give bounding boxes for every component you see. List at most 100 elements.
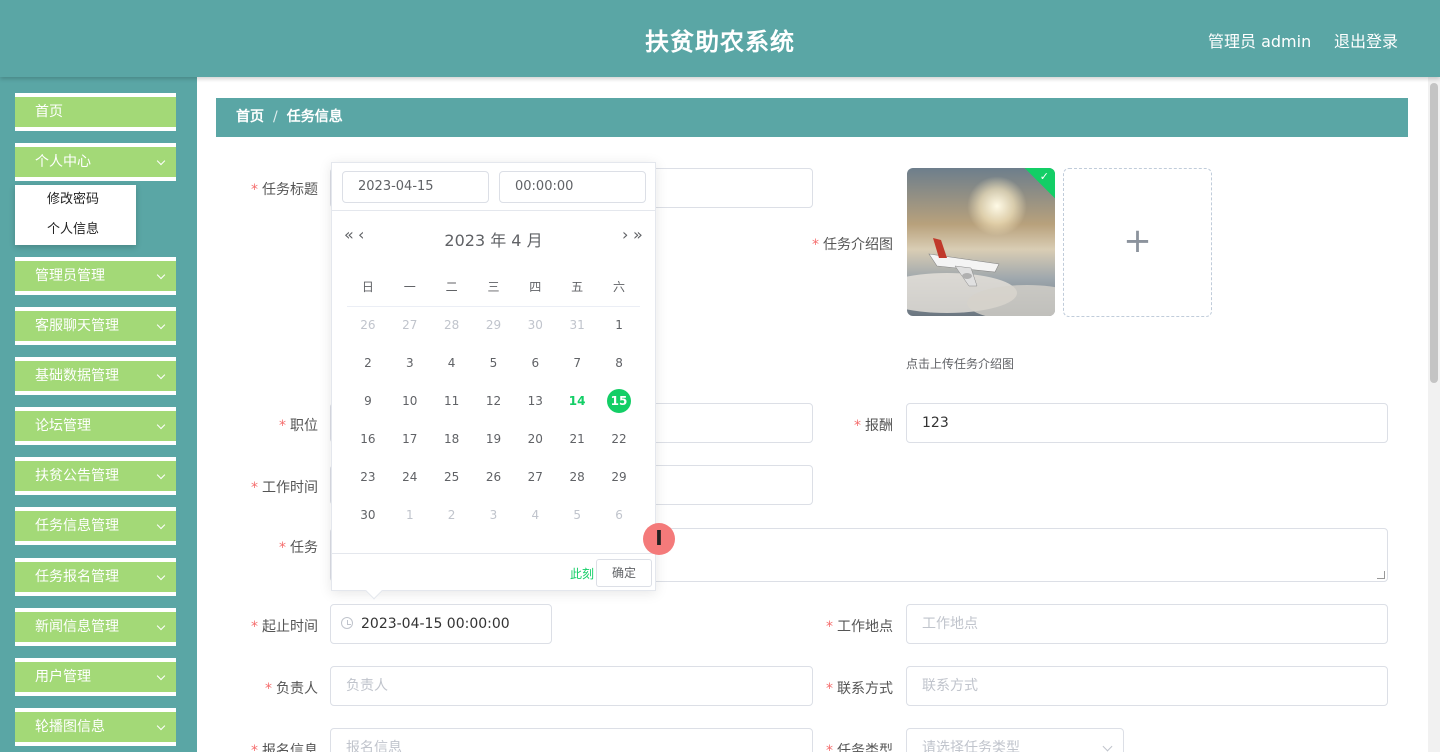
breadcrumb: 首页 / 任务信息 [216,98,1408,137]
chevron-down-icon [156,671,166,681]
calendar-day[interactable]: 3 [473,496,515,534]
calendar-day[interactable]: 30 [347,496,389,534]
calendar-day[interactable]: 24 [389,458,431,496]
calendar-day[interactable]: 29 [598,458,640,496]
calendar-day[interactable]: 8 [598,344,640,382]
calendar-day[interactable]: 11 [431,382,473,420]
calendar-day[interactable]: 6 [514,344,556,382]
calendar-day[interactable]: 27 [514,458,556,496]
now-button[interactable]: 此刻 [570,565,594,582]
calendar-day[interactable]: 5 [556,496,598,534]
calendar-day-number: 5 [489,356,498,370]
sidebar-item-8[interactable]: 任务报名管理 [15,558,176,596]
signup-input[interactable]: 报名信息 [330,728,813,752]
calendar-day[interactable]: 22 [598,420,640,458]
calendar-day[interactable]: 16 [347,420,389,458]
calendar-day[interactable]: 4 [514,496,556,534]
calendar-day[interactable]: 27 [389,306,431,344]
calendar-day[interactable]: 28 [431,306,473,344]
calendar-day[interactable]: 12 [473,382,515,420]
sidebar-item-6[interactable]: 扶贫公告管理 [15,457,176,495]
picker-time-input[interactable]: 00:00:00 [499,171,646,203]
page-scrollbar[interactable] [1428,77,1440,752]
sidebar-item-label: 新闻信息管理 [35,619,119,635]
sidebar-item-4[interactable]: 基础数据管理 [15,357,176,395]
breadcrumb-home[interactable]: 首页 [236,109,264,125]
sidebar-item-3[interactable]: 客服聊天管理 [15,307,176,345]
resize-handle[interactable] [1377,571,1385,579]
calendar-day[interactable]: 26 [347,306,389,344]
contact-input[interactable]: 联系方式 [906,666,1388,706]
calendar-day-today[interactable]: 14 [556,382,598,420]
calendar-day[interactable]: 5 [473,344,515,382]
clock-icon [341,617,353,629]
datetime-picker-popup: 2023-04-15 00:00:00 « ‹ 2023 年 4 月 › » 日… [331,162,656,600]
calendar-day-number: 1 [615,318,623,333]
scrollbar-thumb[interactable] [1430,83,1438,383]
calendar-day[interactable]: 2 [347,344,389,382]
sidebar-item-2[interactable]: 管理员管理 [15,257,176,295]
calendar-day-number: 8 [615,356,623,370]
calendar-day[interactable]: 23 [347,458,389,496]
calendar-day[interactable]: 1 [598,306,640,344]
calendar-day[interactable]: 2 [431,496,473,534]
sidebar-item-11[interactable]: 轮播图信息 [15,708,176,746]
label-owner: * 负责人 [265,681,318,697]
calendar-day-number: 3 [405,356,414,370]
sidebar-item-10[interactable]: 用户管理 [15,658,176,696]
calendar-day-number: 5 [573,508,581,522]
calendar-day[interactable]: 21 [556,420,598,458]
calendar-day-number: 21 [569,432,585,446]
calendar-day[interactable]: 13 [514,382,556,420]
sidebar-item-0[interactable]: 首页 [15,93,176,131]
calendar-day[interactable]: 7 [556,344,598,382]
calendar-day[interactable]: 28 [556,458,598,496]
sidebar-item-label: 客服聊天管理 [35,318,119,334]
start-end-datetime-input[interactable]: 2023-04-15 00:00:00 [330,604,552,644]
location-input[interactable]: 工作地点 [906,604,1388,644]
calendar-day-number: 15 [607,389,632,413]
sidebar-item-5[interactable]: 论坛管理 [15,407,176,445]
calendar-day[interactable]: 9 [347,382,389,420]
calendar-day[interactable]: 4 [431,344,473,382]
picker-date-input[interactable]: 2023-04-15 [342,171,489,203]
owner-input[interactable]: 负责人 [330,666,813,706]
upload-add-button[interactable]: + [1063,168,1212,317]
chevron-down-icon [156,320,166,330]
calendar-day[interactable]: 19 [473,420,515,458]
calendar-day[interactable]: 31 [556,306,598,344]
next-month-button[interactable]: › [622,225,628,244]
sidebar-item-1[interactable]: 个人中心 [15,143,176,181]
calendar-day[interactable]: 3 [389,344,431,382]
calendar-day-number: 14 [568,394,586,408]
sidebar-item-9[interactable]: 新闻信息管理 [15,608,176,646]
calendar-day[interactable]: 30 [514,306,556,344]
calendar-day[interactable]: 6 [598,496,640,534]
next-year-button[interactable]: » [633,225,643,244]
calendar-day[interactable]: 25 [431,458,473,496]
chevron-down-icon [156,721,166,731]
calendar-day-selected[interactable]: 15 [598,382,640,420]
calendar-day[interactable]: 10 [389,382,431,420]
uploaded-intro-image[interactable]: ✓ [907,168,1055,316]
submenu-personal-info[interactable]: 个人信息 [15,215,136,245]
calendar-day[interactable]: 20 [514,420,556,458]
sidebar-item-label: 论坛管理 [35,418,91,434]
calendar-day[interactable]: 29 [473,306,515,344]
submenu-change-password[interactable]: 修改密码 [15,185,136,215]
calendar-day[interactable]: 17 [389,420,431,458]
weekday-header: 四 [514,268,557,307]
logout-link[interactable]: 退出登录 [1334,28,1398,52]
confirm-button[interactable]: 确定 [596,559,652,587]
label-contact: * 联系方式 [826,681,893,697]
calendar-day[interactable]: 18 [431,420,473,458]
upload-tip: 点击上传任务介绍图 [906,357,1015,371]
pay-input[interactable]: 123 [906,403,1388,443]
calendar-day[interactable]: 1 [389,496,431,534]
text-cursor-indicator: I [643,523,675,555]
label-task-title: * 任务标题 [251,182,318,198]
calendar-day[interactable]: 26 [473,458,515,496]
task-type-select[interactable]: 请选择任务类型 [906,728,1124,752]
sidebar-item-7[interactable]: 任务信息管理 [15,507,176,545]
label-position: * 职位 [279,418,318,434]
